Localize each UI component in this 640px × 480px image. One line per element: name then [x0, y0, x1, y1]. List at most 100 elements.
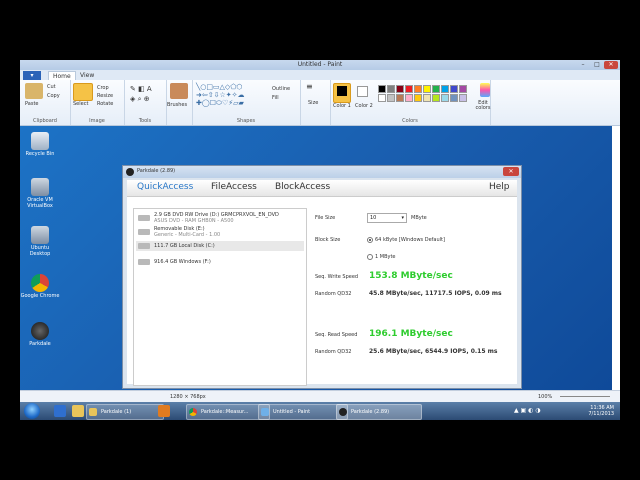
palette-swatch[interactable] [432, 94, 440, 102]
desktop-icon-virtualbox[interactable]: Oracle VM VirtualBox [20, 178, 60, 209]
size-label: Size [308, 100, 319, 106]
fill-button[interactable]: Fill [272, 95, 279, 101]
picker-icon[interactable]: ◈ ⌕ ⊕ [130, 95, 150, 104]
shapes-row-1[interactable]: ╲○□▭△◇⬠⬡ [196, 83, 243, 91]
copy-button[interactable]: Copy [47, 93, 60, 99]
drive-list[interactable]: 2.9 GB DVD RW Drive (D:) GRMCPRXVOL_EN_D… [133, 208, 307, 386]
shapes-row-2[interactable]: ➜⇦⇧⇩☆✦✧☁ [196, 91, 244, 99]
rotate-button[interactable]: Rotate [97, 101, 113, 107]
drive-item-dvd[interactable]: 2.9 GB DVD RW Drive (D:) GRMCPRXVOL_EN_D… [136, 212, 304, 224]
maximize-icon[interactable]: □ [590, 61, 604, 69]
palette-swatch[interactable] [405, 94, 413, 102]
tab-quickaccess[interactable]: QuickAccess [137, 182, 193, 192]
drive-model: ASUS DVD - RAM GHB0N - A500 [154, 218, 234, 224]
ribbon: Paste Cut Copy Clipboard Select Crop Res… [20, 80, 620, 126]
palette-swatch[interactable] [450, 85, 458, 93]
taskbar-item-label: Parkdale (1) [101, 409, 132, 415]
palette-swatch[interactable] [432, 85, 440, 93]
taskbar-item-label: Parkdale (2.89) [351, 409, 390, 415]
parkdale-titlebar: Parkdale (2.89) ✕ [123, 166, 521, 178]
paste-label: Paste [25, 101, 39, 107]
chrome-icon [189, 408, 197, 416]
taskbar-item-paint[interactable]: Untitled - Paint [258, 404, 348, 420]
palette-swatch[interactable] [414, 94, 422, 102]
file-menu-button[interactable]: ▾ [23, 71, 41, 80]
paste-icon[interactable] [25, 83, 43, 99]
drive-name: 111.7 GB Local Disk (C:) [154, 243, 215, 249]
palette-swatch[interactable] [396, 85, 404, 93]
resize-button[interactable]: Resize [97, 93, 113, 99]
block-size-radio-64k[interactable] [367, 237, 373, 243]
palette-swatch[interactable] [423, 85, 431, 93]
parkdale-icon [339, 408, 347, 416]
close-icon[interactable]: ✕ [604, 61, 618, 69]
paint-icon [261, 408, 269, 416]
palette-swatch[interactable] [387, 85, 395, 93]
color2-button[interactable] [354, 83, 370, 101]
help-button[interactable]: Help [489, 182, 510, 192]
paint-title: Untitled - Paint [297, 61, 343, 68]
tray-icons[interactable]: ▲ ▣ ◐ ◑ [514, 407, 540, 414]
palette-swatch[interactable] [441, 85, 449, 93]
block-size-option-1m: 1 MByte [375, 254, 396, 260]
outline-button[interactable]: Outline [272, 86, 290, 92]
palette-swatch[interactable] [378, 85, 386, 93]
ie-icon[interactable] [54, 405, 66, 417]
drive-model: Generic - Multi-Card - 1.00 [154, 232, 221, 238]
brushes-icon[interactable] [170, 83, 188, 99]
media-player-icon[interactable] [158, 405, 170, 417]
palette-swatch[interactable] [414, 85, 422, 93]
clock[interactable]: 11:36 AM 7/11/2013 [588, 405, 614, 417]
file-size-select[interactable]: 10 ▾ [367, 213, 407, 223]
pencil-icon[interactable]: ✎ ◧ A [130, 85, 152, 93]
desktop-icon-recycle-bin[interactable]: Recycle Bin [20, 132, 60, 157]
drive-item-windows-f[interactable]: 916.4 GB Windows (F:) [136, 257, 304, 267]
palette-swatch[interactable] [378, 94, 386, 102]
seq-read-value: 196.1 MByte/sec [369, 329, 453, 339]
palette-swatch[interactable] [459, 94, 467, 102]
drive-item-local-c[interactable]: 111.7 GB Local Disk (C:) [136, 241, 304, 251]
desktop-icon-chrome[interactable]: Google Chrome [20, 274, 60, 299]
desktop-icon-ubuntu[interactable]: Ubuntu Desktop [20, 226, 60, 257]
random-read-label: Random QD32 [315, 349, 352, 355]
crop-button[interactable]: Crop [97, 85, 109, 91]
palette-swatch[interactable] [450, 94, 458, 102]
tab-view[interactable]: View [76, 71, 98, 80]
chrome-icon [31, 274, 49, 292]
palette-swatch[interactable] [459, 85, 467, 93]
select-icon[interactable] [73, 83, 93, 101]
palette-swatch[interactable] [396, 94, 404, 102]
block-size-radio-1m[interactable] [367, 254, 373, 260]
color2-label: Color 2 [355, 103, 373, 109]
tools-group: ✎ ◧ A ◈ ⌕ ⊕ Tools [124, 80, 167, 125]
color1-button[interactable] [333, 83, 351, 103]
taskbar-item-label: Parkdale::Measur... [201, 409, 249, 415]
taskbar-item-parkdale[interactable]: Parkdale (2.89) [336, 404, 422, 420]
edit-colors-label: Edit colors [475, 100, 491, 111]
start-orb-icon[interactable] [24, 403, 40, 419]
cut-button[interactable]: Cut [47, 84, 56, 90]
shapes-group-label: Shapes [236, 118, 256, 124]
explorer-icon[interactable] [72, 405, 84, 417]
taskbar-item-parkdale-1[interactable]: Parkdale (1) [86, 404, 164, 420]
size-icon[interactable]: ≡ [306, 83, 313, 91]
desktop-icon-parkdale[interactable]: Parkdale [20, 322, 60, 347]
desktop-icon-label: Parkdale [29, 341, 51, 347]
taskbar-item-label: Untitled - Paint [273, 409, 311, 415]
tab-blockaccess[interactable]: BlockAccess [275, 182, 330, 192]
colors-group: Color 1 Color 2 Edit colors Colors [330, 80, 491, 125]
edit-colors-icon[interactable] [480, 83, 490, 97]
folder-icon [89, 408, 97, 416]
block-size-option-64k: 64 kByte [Windows Default] [375, 237, 445, 243]
shapes-row-3[interactable]: ✚◯☐⬭♡⚡▱▰ [196, 99, 244, 108]
minimize-icon[interactable]: – [576, 61, 590, 69]
palette-swatch[interactable] [423, 94, 431, 102]
parkdale-close-icon[interactable]: ✕ [503, 167, 519, 176]
palette-swatch[interactable] [387, 94, 395, 102]
palette-swatch[interactable] [405, 85, 413, 93]
zoom-slider[interactable] [560, 396, 610, 397]
palette-swatch[interactable] [441, 94, 449, 102]
image-group-label: Image [89, 118, 105, 124]
tab-fileaccess[interactable]: FileAccess [211, 182, 257, 192]
drive-item-removable[interactable]: Removable Disk (E:) Generic - Multi-Card… [136, 226, 304, 238]
